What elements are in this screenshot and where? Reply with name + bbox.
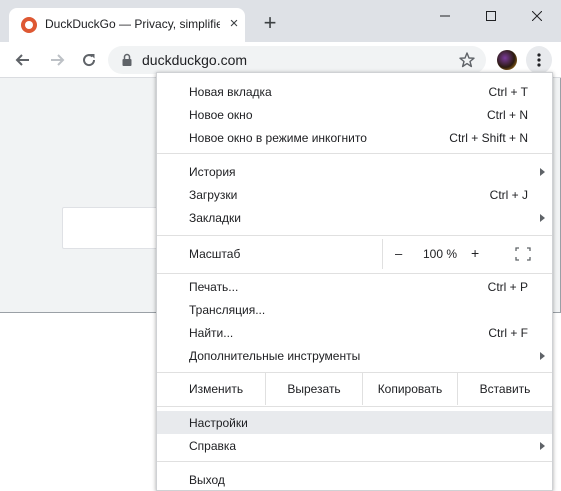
- tab-duckduckgo[interactable]: DuckDuckGo — Privacy, simplifie ×: [9, 8, 245, 42]
- menu-item-label: Печать...: [189, 279, 239, 294]
- maximize-icon: [486, 11, 496, 21]
- minimize-icon: [440, 15, 450, 17]
- menu-item-bookmarks[interactable]: Закладки: [157, 206, 552, 229]
- kebab-menu-icon: [537, 53, 541, 67]
- tab-title: DuckDuckGo — Privacy, simplifie: [45, 17, 220, 31]
- menu-item-label: Закладки: [189, 210, 241, 225]
- new-tab-button[interactable]: +: [258, 12, 282, 36]
- menu-divider: [157, 406, 552, 407]
- chrome-menu: Новая вкладка Ctrl + T Новое окно Ctrl +…: [156, 72, 553, 491]
- zoom-out-button[interactable]: –: [395, 246, 402, 261]
- back-arrow-icon: [15, 54, 29, 66]
- menu-item-label: История: [189, 164, 236, 179]
- close-icon: [532, 11, 542, 21]
- paste-button[interactable]: Вставить: [457, 373, 552, 405]
- submenu-arrow-icon: [540, 351, 545, 360]
- menu-item-history[interactable]: История: [157, 160, 552, 183]
- menu-item-shortcut: Ctrl + N: [486, 107, 528, 122]
- url-text: duckduckgo.com: [142, 52, 248, 68]
- menu-item-label: Настройки: [189, 415, 248, 430]
- cut-button[interactable]: Вырезать: [265, 373, 362, 405]
- menu-item-label: Загрузки: [189, 187, 238, 202]
- title-bar: DuckDuckGo — Privacy, simplifie × +: [0, 0, 561, 42]
- menu-item-label: Трансляция...: [189, 302, 266, 317]
- menu-item-shortcut: Ctrl + J: [489, 187, 528, 202]
- menu-item-shortcut: Ctrl + P: [487, 279, 528, 294]
- menu-item-settings[interactable]: Настройки: [157, 411, 552, 434]
- chrome-menu-button[interactable]: [526, 46, 552, 74]
- back-button[interactable]: [10, 47, 36, 73]
- menu-item-new-window[interactable]: Новое окно Ctrl + N: [157, 103, 552, 126]
- menu-item-find[interactable]: Найти... Ctrl + F: [157, 321, 552, 344]
- forward-arrow-icon: [51, 54, 65, 66]
- profile-avatar[interactable]: [497, 50, 517, 70]
- menu-item-downloads[interactable]: Загрузки Ctrl + J: [157, 183, 552, 206]
- menu-divider: [157, 461, 552, 462]
- menu-item-cast[interactable]: Трансляция...: [157, 298, 552, 321]
- menu-item-more-tools[interactable]: Дополнительные инструменты: [157, 344, 552, 367]
- menu-item-help[interactable]: Справка: [157, 434, 552, 457]
- copy-button[interactable]: Копировать: [362, 373, 457, 405]
- zoom-label: Масштаб: [189, 247, 241, 261]
- menu-item-zoom: Масштаб – 100 % +: [157, 239, 552, 269]
- menu-item-shortcut: Ctrl + T: [488, 84, 528, 99]
- menu-item-new-tab[interactable]: Новая вкладка Ctrl + T: [157, 80, 552, 103]
- submenu-arrow-icon: [540, 441, 545, 450]
- zoom-in-button[interactable]: +: [471, 245, 479, 261]
- menu-item-shortcut: Ctrl + F: [488, 325, 528, 340]
- submenu-arrow-icon: [540, 213, 545, 222]
- menu-item-label: Найти...: [189, 325, 234, 340]
- fullscreen-icon[interactable]: [515, 247, 531, 261]
- menu-item-incognito[interactable]: Новое окно в режиме инкогнито Ctrl + Shi…: [157, 126, 552, 149]
- menu-item-shortcut: Ctrl + Shift + N: [449, 130, 528, 145]
- menu-divider: [157, 273, 552, 274]
- minimize-button[interactable]: [422, 2, 468, 30]
- menu-item-label: Новое окно: [189, 107, 253, 122]
- submenu-arrow-icon: [540, 167, 545, 176]
- menu-item-label: Дополнительные инструменты: [189, 348, 361, 363]
- zoom-level: 100 %: [423, 247, 458, 261]
- menu-item-label: Выход: [189, 472, 225, 487]
- reload-button[interactable]: [76, 47, 102, 73]
- duckduckgo-favicon-icon: [21, 17, 37, 33]
- address-bar[interactable]: duckduckgo.com: [108, 46, 486, 74]
- zoom-controls: – 100 % +: [382, 239, 552, 269]
- forward-button[interactable]: [44, 47, 70, 73]
- tab-close-icon[interactable]: ×: [225, 15, 243, 33]
- menu-item-label: Новая вкладка: [189, 84, 272, 99]
- menu-item-print[interactable]: Печать... Ctrl + P: [157, 275, 552, 298]
- menu-item-label: Справка: [189, 438, 237, 453]
- close-window-button[interactable]: [514, 2, 560, 30]
- menu-item-label: Новое окно в режиме инкогнито: [189, 130, 367, 145]
- reload-icon: [83, 54, 96, 67]
- edit-label: Изменить: [189, 382, 244, 396]
- menu-divider: [157, 153, 552, 154]
- lock-icon: [122, 53, 132, 66]
- menu-divider: [157, 235, 552, 236]
- maximize-button[interactable]: [468, 2, 514, 30]
- star-icon[interactable]: [458, 51, 476, 69]
- menu-item-exit[interactable]: Выход: [157, 468, 552, 491]
- menu-item-edit: Изменить Вырезать Копировать Вставить: [157, 373, 552, 405]
